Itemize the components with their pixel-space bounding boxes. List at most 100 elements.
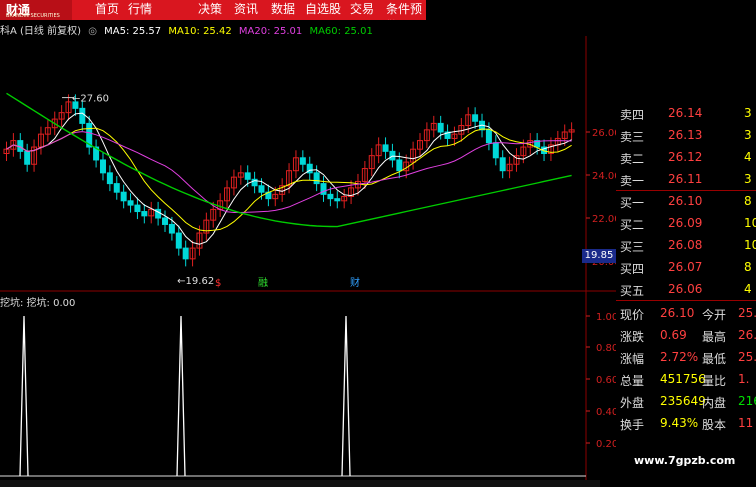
candle-body: [327, 193, 334, 200]
indicator-axis-label: 0.60: [596, 375, 616, 386]
buy-level-4[interactable]: 买五 26.06 4: [616, 280, 756, 301]
candle-body: [334, 198, 341, 202]
quote-value: 2.72%: [660, 350, 699, 364]
row-label: 卖三: [620, 130, 645, 144]
candle-body: [168, 223, 175, 234]
candle-body: [162, 217, 169, 225]
quote-label: 涨幅: [620, 352, 645, 366]
candle-body: [113, 183, 120, 193]
quote-row-4: 外盘 235649 内盘 2161: [616, 392, 756, 412]
quote-value: 9.43%: [660, 416, 699, 430]
quote-label: 换手: [620, 418, 645, 432]
candle-body: [182, 247, 189, 260]
quote-row-2: 涨幅 2.72% 最低 25.: [616, 348, 756, 368]
settings-icon[interactable]: ◎: [88, 26, 97, 37]
high-label: ←27.60: [72, 94, 109, 105]
row-value-2: 8: [744, 260, 752, 274]
row-value-2: 10: [744, 216, 756, 230]
row-value: 26.08: [668, 238, 703, 252]
quote-label-2: 股本: [702, 418, 727, 432]
event-marker-3: 财: [350, 276, 360, 289]
row-label: 卖一: [620, 174, 645, 188]
price-axis-label: 26.00: [592, 128, 616, 139]
menu-item-5[interactable]: 自选股: [305, 0, 341, 17]
row-value: 26.14: [668, 106, 703, 120]
quote-value-2: 26.: [738, 328, 756, 342]
quote-label-2: 量比: [702, 374, 727, 388]
menu-item-2[interactable]: 决策: [198, 0, 222, 17]
candle-body: [485, 129, 492, 144]
menu-item-7[interactable]: 条件预警: [386, 0, 426, 20]
quote-panel: 卖四 26.14 3 卖三 26.13 3 卖二 26.12 4 卖一 26.11 3…: [616, 100, 756, 487]
quote-value-2: 25.: [738, 350, 756, 364]
row-label: 卖四: [620, 108, 645, 122]
quote-value: 451756: [660, 372, 706, 386]
row-value-2: 8: [744, 194, 752, 208]
quote-row-1: 涨跌 0.69 最高 26.: [616, 326, 756, 346]
event-marker-1: $: [215, 278, 221, 289]
quote-label: 外盘: [620, 396, 645, 410]
row-value-2: 3: [744, 128, 752, 142]
indicator-spike: [19, 315, 29, 477]
buy-level-3[interactable]: 买四 26.07 8: [616, 258, 756, 278]
low-label: ←19.62: [177, 276, 214, 287]
kline-chart[interactable]: 26.0024.0022.0020.00←27.60←19.62$融财1.000…: [0, 0, 616, 487]
quote-label-2: 今开: [702, 308, 727, 322]
quote-value: 26.10: [660, 306, 695, 320]
ma10-label: MA10: 25.42: [168, 26, 232, 37]
candle-body: [258, 185, 265, 193]
sell-level-1[interactable]: 卖三 26.13 3: [616, 126, 756, 146]
row-value-2: 4: [744, 282, 752, 296]
row-label: 买二: [620, 218, 645, 232]
sell-level-0[interactable]: 卖四 26.14 3: [616, 104, 756, 124]
row-label: 买三: [620, 240, 645, 254]
menu-item-6[interactable]: 交易: [350, 0, 374, 17]
candle-body: [106, 172, 113, 185]
row-value: 26.07: [668, 260, 703, 274]
stock-name[interactable]: 科A (日线 前复权): [0, 26, 81, 37]
watermark: www.7gpzb.com: [634, 454, 736, 467]
candle-body: [396, 159, 403, 172]
candle-body: [472, 114, 479, 122]
quote-value-2: 1.: [738, 372, 750, 386]
candle-body: [24, 150, 31, 165]
row-value-2: 10: [744, 238, 756, 252]
indicator-axis-label: 1.00: [596, 312, 616, 323]
ma5-label: MA5: 25.57: [104, 26, 162, 37]
candle-body: [499, 157, 506, 172]
quote-value-2: 2161: [738, 394, 756, 408]
quote-label: 涨跌: [620, 330, 645, 344]
candle-body: [313, 172, 320, 185]
candle-body: [141, 211, 148, 217]
menu-item-1[interactable]: 行情: [128, 0, 152, 17]
menu-item-4[interactable]: 数据: [271, 0, 295, 17]
quote-label-2: 内盘: [702, 396, 727, 410]
bottom-status-bar: [0, 480, 600, 487]
menu-item-3[interactable]: 资讯: [234, 0, 258, 17]
row-value: 26.06: [668, 282, 703, 296]
candle-body: [175, 232, 182, 249]
row-value: 26.09: [668, 216, 703, 230]
buy-level-1[interactable]: 买二 26.09 10: [616, 214, 756, 234]
quote-label-2: 最低: [702, 352, 727, 366]
candle-body: [120, 191, 127, 202]
sell-level-2[interactable]: 卖二 26.12 4: [616, 148, 756, 168]
row-label: 卖二: [620, 152, 645, 166]
candle-body: [244, 172, 251, 180]
indicator-spike: [341, 315, 351, 477]
broker-logo: 财通 BRANDIN SECURITIES: [0, 0, 72, 20]
menu-item-0[interactable]: 首页: [95, 0, 119, 17]
buy-level-0[interactable]: 买一 26.10 8: [616, 192, 756, 212]
quote-row-0: 现价 26.10 今开 25.: [616, 304, 756, 324]
sell-level-3[interactable]: 卖一 26.11 3: [616, 170, 756, 191]
quote-value-2: 11: [738, 416, 754, 430]
row-value-2: 3: [744, 106, 752, 120]
quote-label: 现价: [620, 308, 645, 322]
row-label: 买五: [620, 284, 645, 298]
row-value-2: 4: [744, 150, 752, 164]
row-value: 26.12: [668, 150, 703, 164]
quote-value: 0.69: [660, 328, 687, 342]
buy-level-2[interactable]: 买三 26.08 10: [616, 236, 756, 256]
indicator-spike: [176, 315, 186, 477]
candle-body: [79, 107, 86, 124]
